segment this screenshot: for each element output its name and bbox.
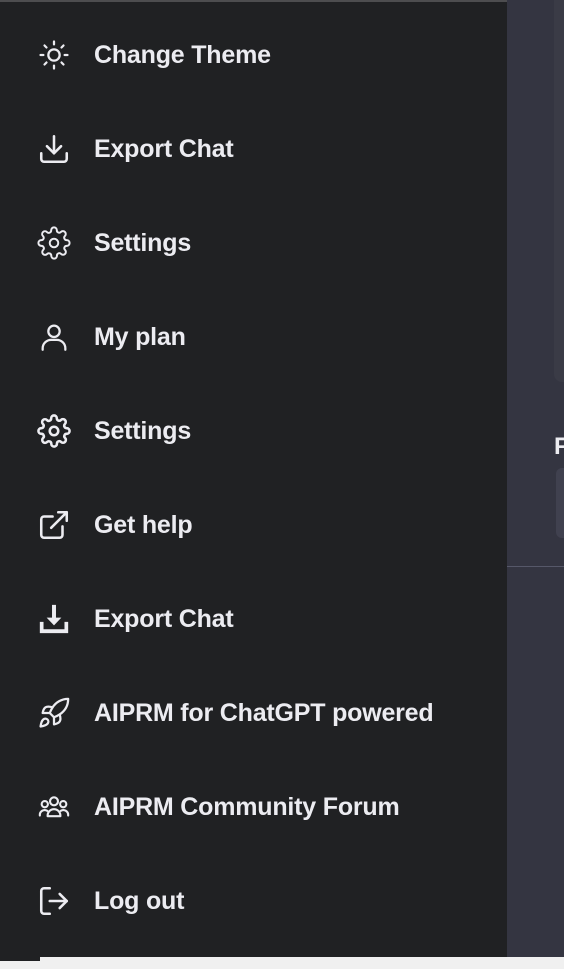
rocket-icon (37, 696, 71, 730)
menu-item-settings-2[interactable]: Settings (0, 391, 507, 471)
menu-item-label: Log out (94, 886, 185, 915)
download-icon (37, 132, 71, 166)
partial-heading-text: F (554, 433, 564, 460)
menu-item-change-theme[interactable]: Change Theme (0, 15, 507, 95)
user-icon (37, 320, 71, 354)
menu-item-label: Change Theme (94, 40, 271, 69)
menu-item-my-plan[interactable]: My plan (0, 297, 507, 377)
sun-icon (37, 38, 71, 72)
menu-item-label: Settings (94, 228, 192, 257)
menu-item-label: Settings (94, 416, 192, 445)
menu-item-label: Get help (94, 510, 193, 539)
menu-item-log-out[interactable]: Log out (0, 861, 507, 941)
chat-divider (507, 566, 564, 567)
download-tray-icon (37, 602, 71, 636)
partial-input-box[interactable] (556, 468, 564, 538)
logout-icon (37, 884, 71, 918)
scroll-indicator (0, 957, 40, 961)
menu-item-label: AIPRM for ChatGPT powered (94, 698, 434, 727)
menu-item-label: My plan (94, 322, 186, 351)
menu-item-label: Export Chat (94, 134, 234, 163)
menu-item-aiprm-powered[interactable]: AIPRM for ChatGPT powered (0, 673, 507, 753)
menu-item-settings[interactable]: Settings (0, 203, 507, 283)
chat-panel-edge (554, 0, 564, 382)
gear-icon (37, 414, 71, 448)
menu-item-export-chat-2[interactable]: Export Chat (0, 579, 507, 659)
menu-item-export-chat[interactable]: Export Chat (0, 109, 507, 189)
gear-icon (37, 226, 71, 260)
menu-item-get-help[interactable]: Get help (0, 485, 507, 565)
window-bottom-edge (0, 957, 564, 969)
users-icon (37, 790, 71, 824)
menu-item-label: Export Chat (94, 604, 234, 633)
menu-item-aiprm-community-forum[interactable]: AIPRM Community Forum (0, 767, 507, 847)
external-link-icon (37, 508, 71, 542)
menu-item-label: AIPRM Community Forum (94, 792, 400, 821)
user-menu: Change Theme Export Chat Settings My pla… (0, 0, 507, 957)
